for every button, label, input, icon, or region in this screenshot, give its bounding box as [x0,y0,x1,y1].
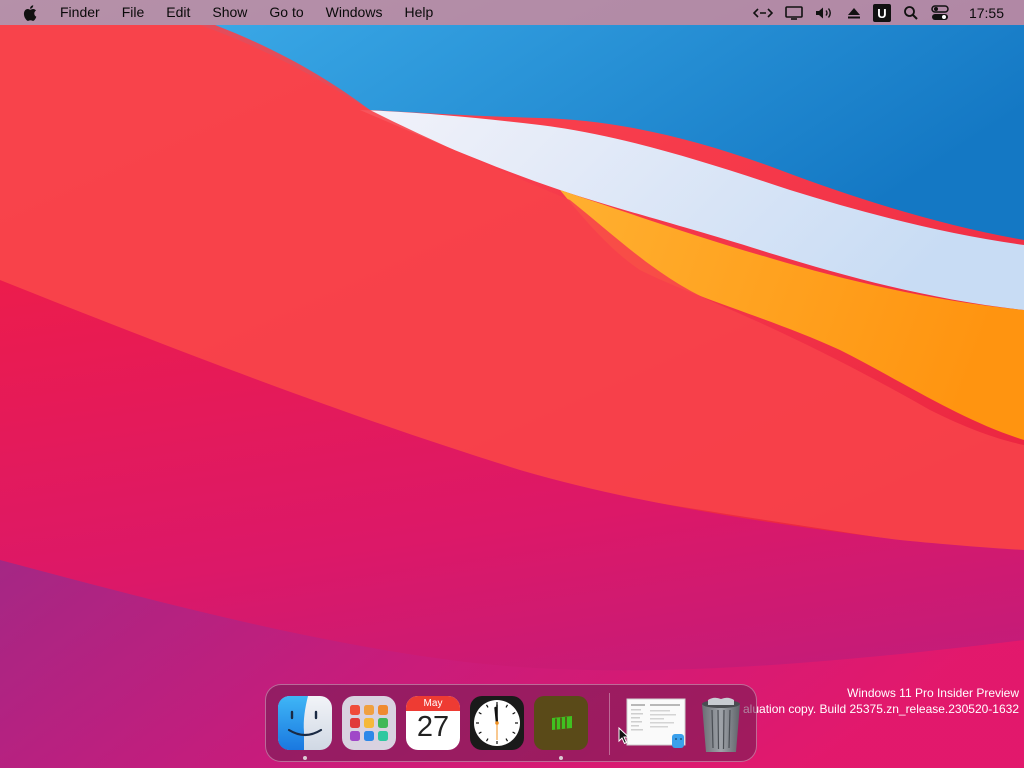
code-arrows-icon[interactable] [752,0,773,25]
trash-icon[interactable] [694,696,748,752]
menu-bar: Finder File Edit Show Go to Windows Help [0,0,1024,25]
volume-icon[interactable] [815,0,835,25]
finder-running-indicator [303,756,307,760]
menu-bar-left: Finder File Edit Show Go to Windows Help [0,0,444,25]
menu-bar-clock[interactable]: 17:55 [969,5,1004,21]
mouse-cursor-icon [618,726,630,750]
search-icon[interactable] [903,0,919,25]
display-icon[interactable] [785,0,803,25]
calendar-day: 27 [416,711,450,743]
menu-go-to[interactable]: Go to [258,0,314,25]
u-app-letter: U [877,6,886,21]
calendar-month: May [406,696,460,711]
menu-edit[interactable]: Edit [155,0,201,25]
menu-windows[interactable]: Windows [315,0,394,25]
menu-file[interactable]: File [111,0,156,25]
dock: May 27 [265,684,757,762]
wallpaper [0,0,1024,768]
menu-bar-right: U 17:55 [747,0,1024,25]
clock-icon[interactable] [470,696,524,750]
launchpad-icon[interactable] [342,696,396,750]
u-app-icon[interactable]: U [872,0,891,25]
menu-finder[interactable]: Finder [49,0,111,25]
control-center-icon[interactable] [931,0,949,25]
dock-separator [609,693,610,755]
watermark-line-1: Windows 11 Pro Insider Preview [847,686,1019,700]
battery-app-running-indicator [559,756,563,760]
finder-icon[interactable] [278,696,332,750]
document-preview-icon[interactable] [626,698,688,752]
battery-app-icon[interactable] [534,696,588,750]
windows-watermark: Windows 11 Pro Insider Preview aluation … [743,685,1019,717]
eject-icon[interactable] [847,0,861,25]
menu-show[interactable]: Show [201,0,258,25]
desktop[interactable]: Finder File Edit Show Go to Windows Help [0,0,1024,768]
calendar-icon[interactable]: May 27 [406,696,460,750]
apple-logo-icon[interactable] [21,4,39,22]
watermark-line-2: aluation copy. Build 25375.zn_release.23… [743,702,1019,716]
menu-help[interactable]: Help [393,0,444,25]
